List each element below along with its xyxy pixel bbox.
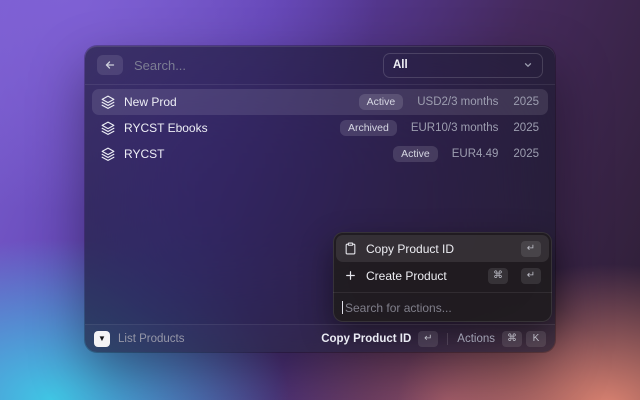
action-label: Copy Product ID	[366, 241, 455, 256]
footer-bar: ▼ List Products Copy Product ID ↵ Action…	[85, 324, 555, 352]
product-year: 2025	[513, 148, 539, 160]
return-key-badge: ↵	[521, 267, 541, 284]
action-search	[333, 293, 552, 322]
product-price: EUR4.49	[451, 148, 499, 160]
arrow-left-icon	[104, 59, 116, 71]
extension-name: List Products	[118, 332, 185, 345]
primary-action-button[interactable]: Copy Product ID	[321, 333, 411, 345]
layers-icon	[101, 121, 115, 135]
search-input[interactable]	[134, 57, 372, 73]
command-key-badge: ⌘	[502, 330, 522, 347]
action-panel-items: Copy Product ID ↵ Create Product ⌘ ↵	[333, 232, 552, 292]
status-badge: Archived	[339, 119, 397, 137]
command-key-badge: ⌘	[488, 267, 508, 284]
command-palette-window: All New Prod Active USD2/3 months 2025 R…	[85, 46, 555, 352]
product-price: EUR10/3 months	[410, 122, 499, 134]
product-row-rycst-ebooks[interactable]: RYCST Ebooks Archived EUR10/3 months 202…	[92, 115, 548, 141]
action-create-product[interactable]: Create Product ⌘ ↵	[336, 262, 549, 289]
actions-menu-button[interactable]: Actions	[457, 333, 495, 345]
action-panel: Copy Product ID ↵ Create Product ⌘ ↵	[333, 232, 552, 322]
product-list: New Prod Active USD2/3 months 2025 RYCST…	[85, 85, 555, 171]
plus-icon	[344, 269, 357, 282]
layers-icon	[101, 147, 115, 161]
action-label: Create Product	[366, 268, 447, 283]
product-row-rycst[interactable]: RYCST Active EUR4.49 2025	[92, 141, 548, 167]
product-row-new-prod[interactable]: New Prod Active USD2/3 months 2025	[92, 89, 548, 115]
product-title: New Prod	[124, 95, 177, 109]
back-button[interactable]	[97, 55, 123, 75]
status-badge: Active	[393, 145, 438, 163]
product-price: USD2/3 months	[417, 96, 499, 108]
filter-dropdown-value: All	[393, 59, 408, 71]
product-title: RYCST Ebooks	[124, 121, 208, 135]
action-copy-product-id[interactable]: Copy Product ID ↵	[336, 235, 549, 262]
text-caret	[342, 301, 343, 314]
footer-separator	[447, 332, 449, 345]
layers-icon	[101, 95, 115, 109]
product-year: 2025	[513, 122, 539, 134]
chevron-down-icon	[523, 60, 533, 70]
return-key-badge: ↵	[521, 240, 541, 257]
filter-dropdown[interactable]: All	[383, 52, 543, 78]
clipboard-icon	[344, 242, 357, 255]
product-title: RYCST	[124, 147, 165, 161]
search-header: All	[85, 46, 555, 84]
return-key-badge: ↵	[418, 330, 439, 347]
k-key-badge: K	[526, 330, 546, 347]
action-search-input[interactable]	[345, 300, 543, 315]
status-badge: Active	[358, 93, 404, 111]
product-year: 2025	[513, 96, 539, 108]
extension-logo: ▼	[94, 330, 110, 347]
